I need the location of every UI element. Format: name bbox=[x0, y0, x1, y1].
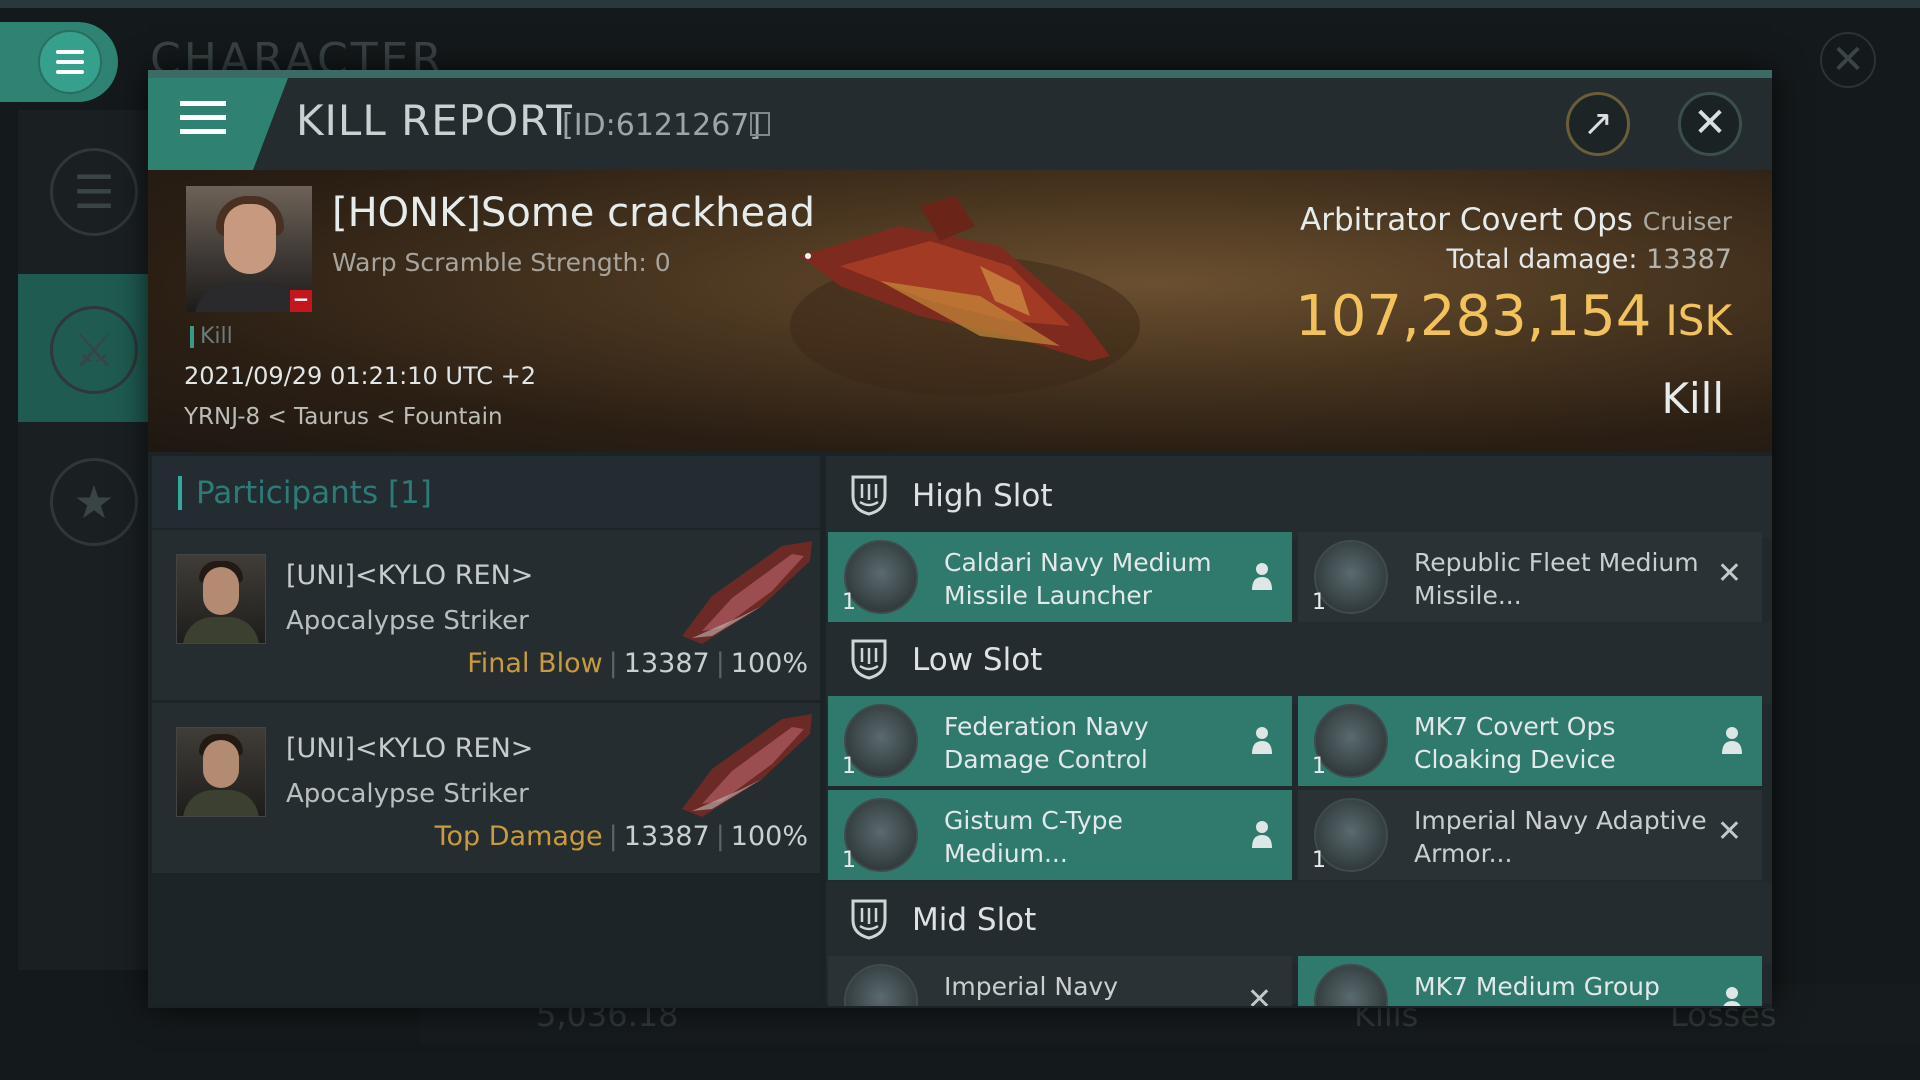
standing-badge-icon: − bbox=[290, 289, 312, 312]
fitted-module[interactable]: 1 Federation Navy Damage Control bbox=[828, 696, 1292, 786]
total-damage-value: 13387 bbox=[1646, 244, 1732, 275]
list-icon[interactable]: ☰ bbox=[50, 148, 138, 236]
module-name: Federation Navy Damage Control bbox=[944, 712, 1149, 774]
module-name: Caldari Navy Medium Missile Launcher bbox=[944, 548, 1212, 610]
star-icon[interactable]: ★ bbox=[50, 458, 138, 546]
module-quantity: 1 bbox=[842, 848, 856, 873]
fitted-module[interactable]: 1 Republic Fleet Medium Missile... ✕ bbox=[1298, 532, 1762, 622]
participant-name: [UNI]<KYLO REN> bbox=[286, 560, 534, 591]
module-quantity: 1 bbox=[1312, 848, 1326, 873]
crossed-swords-icon[interactable]: ⚔ bbox=[50, 306, 138, 394]
ship-name-text: Arbitrator Covert Ops bbox=[1300, 202, 1633, 238]
background-close-icon[interactable]: ✕ bbox=[1820, 32, 1876, 88]
destroyed-x-icon: ✕ bbox=[1246, 982, 1272, 1006]
participant-row[interactable]: [UNI]<KYLO REN> Apocalypse Striker Final… bbox=[152, 530, 820, 700]
module-name: Imperial Navy bbox=[944, 972, 1119, 1001]
participant-ship: Apocalypse Striker bbox=[286, 606, 529, 636]
kill-tag: Kill bbox=[190, 326, 233, 348]
modal-title: KILL REPORT bbox=[296, 96, 573, 145]
destroyed-x-icon: ✕ bbox=[1716, 556, 1742, 591]
kill-report-id: [ID:6121267] bbox=[562, 108, 762, 143]
fitted-module[interactable]: 1 Gistum C-Type Medium... bbox=[828, 790, 1292, 880]
main-menu-button[interactable] bbox=[0, 22, 118, 102]
fitted-module[interactable]: 1 Caldari Navy Medium Missile Launcher bbox=[828, 532, 1292, 622]
modal-top-border bbox=[148, 70, 1772, 78]
total-damage: Total damage: 13387 bbox=[1446, 244, 1732, 275]
dropped-person-icon bbox=[1252, 727, 1272, 754]
participant-damage: 13387 bbox=[623, 821, 710, 852]
dropped-person-icon bbox=[1252, 821, 1272, 848]
fitted-module[interactable]: Imperial Navy ✕ bbox=[828, 956, 1292, 1006]
victim-ship-name[interactable]: Arbitrator Covert Ops Cruiser bbox=[1300, 202, 1732, 238]
kill-location[interactable]: YRNJ-8 < Taurus < Fountain bbox=[184, 404, 503, 430]
module-icon bbox=[1314, 964, 1388, 1006]
module-name: MK7 Covert Ops Cloaking Device bbox=[1414, 712, 1616, 774]
isk-amount: 107,283,154 bbox=[1295, 284, 1652, 349]
ship-class: Cruiser bbox=[1642, 207, 1732, 236]
hamburger-icon bbox=[56, 50, 84, 80]
participant-percent: 100% bbox=[730, 648, 808, 679]
low-slot-title: Low Slot bbox=[912, 642, 1043, 678]
kill-datetime: 2021/09/29 01:21:10 UTC +2 bbox=[184, 362, 536, 390]
fitted-module[interactable]: MK7 Medium Group bbox=[1298, 956, 1762, 1006]
isk-unit: ISK bbox=[1665, 296, 1732, 345]
mid-slot-title: Mid Slot bbox=[912, 902, 1037, 938]
total-damage-label: Total damage: bbox=[1446, 244, 1638, 275]
participant-stats: Top Damage | 13387 | 100% bbox=[434, 821, 808, 852]
module-quantity: 1 bbox=[1312, 590, 1326, 615]
dropped-person-icon bbox=[1723, 987, 1741, 1006]
high-slot-title: High Slot bbox=[912, 478, 1053, 514]
participant-ship: Apocalypse Striker bbox=[286, 779, 529, 809]
dropped-person-icon bbox=[1252, 563, 1272, 590]
participant-ship-image bbox=[682, 714, 812, 817]
participant-role: Top Damage bbox=[434, 821, 603, 852]
shield-slot-icon bbox=[851, 475, 887, 516]
shield-slot-icon bbox=[851, 639, 887, 680]
fitted-module[interactable]: 1 Imperial Navy Adaptive Armor... ✕ bbox=[1298, 790, 1762, 880]
destroyed-x-icon: ✕ bbox=[1716, 814, 1742, 849]
hamburger-icon bbox=[180, 101, 226, 143]
external-link-icon[interactable]: ↗ bbox=[1566, 92, 1630, 156]
module-name: Republic Fleet Medium Missile... bbox=[1414, 548, 1699, 610]
copy-icon[interactable] bbox=[750, 112, 770, 136]
participant-ship-image bbox=[682, 541, 812, 644]
module-icon bbox=[844, 964, 918, 1006]
module-name: MK7 Medium Group bbox=[1414, 972, 1660, 1001]
victim-ship-image bbox=[790, 196, 1140, 396]
module-name: Gistum C-Type Medium... bbox=[944, 806, 1123, 868]
victim-name[interactable]: [HONK]Some crackhead bbox=[332, 190, 815, 236]
participants-title: Participants [1] bbox=[178, 476, 432, 510]
module-quantity: 1 bbox=[1312, 754, 1326, 779]
participant-role: Final Blow bbox=[467, 648, 603, 679]
close-icon[interactable]: ✕ bbox=[1678, 92, 1742, 156]
top-bar bbox=[0, 0, 1920, 8]
participant-damage: 13387 bbox=[623, 648, 710, 679]
module-quantity: 1 bbox=[842, 754, 856, 779]
dropped-person-icon bbox=[1722, 727, 1742, 754]
participant-stats: Final Blow | 13387 | 100% bbox=[467, 648, 808, 679]
participant-avatar[interactable] bbox=[176, 727, 266, 817]
isk-value: 107,283,154 ISK bbox=[1295, 284, 1732, 349]
participant-name: [UNI]<KYLO REN> bbox=[286, 733, 534, 764]
participant-percent: 100% bbox=[730, 821, 808, 852]
participant-avatar[interactable] bbox=[176, 554, 266, 644]
kill-outcome-label: Kill bbox=[1661, 374, 1724, 423]
shield-slot-icon bbox=[851, 899, 887, 940]
module-name: Imperial Navy Adaptive Armor... bbox=[1414, 806, 1707, 868]
participant-row[interactable]: [UNI]<KYLO REN> Apocalypse Striker Top D… bbox=[152, 703, 820, 873]
warp-scramble-strength: Warp Scramble Strength: 0 bbox=[332, 248, 671, 277]
fitted-module[interactable]: 1 MK7 Covert Ops Cloaking Device bbox=[1298, 696, 1762, 786]
module-quantity: 1 bbox=[842, 590, 856, 615]
